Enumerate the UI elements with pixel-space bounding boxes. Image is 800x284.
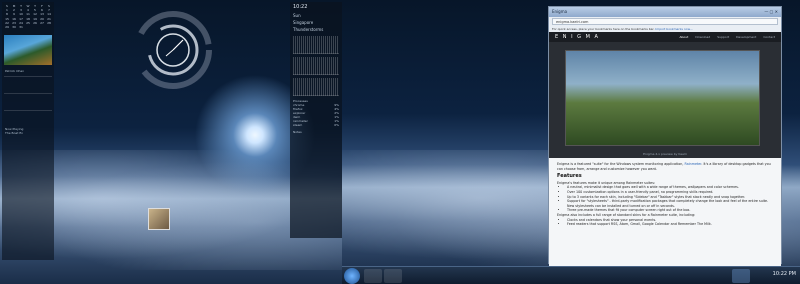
site-nav: About Download Support Development Contact — [679, 35, 775, 39]
intro-prefix: Enigma is a featured "suite" for the Win… — [557, 162, 684, 166]
calendar-date[interactable]: 29 — [4, 25, 10, 29]
hero-caption: Enigma 4.x preview by Kaelri — [643, 152, 687, 156]
address-bar[interactable]: enigma.kaelri.com — [552, 18, 778, 25]
site-nav-item[interactable]: Support — [717, 35, 729, 39]
process-value: 0% — [334, 123, 339, 127]
taskbar-chrome-icon[interactable] — [732, 269, 750, 283]
taskbar: 10:22 PM — [342, 266, 800, 284]
import-bookmarks-link[interactable]: Import bookmarks now... — [655, 27, 692, 31]
features-heading: Features — [557, 173, 582, 180]
bookmarks-hint: For quick access, place your bookmarks h… — [552, 27, 655, 31]
browser-window: Enigma — ▢ ✕ enigma.kaelri.com For quick… — [548, 6, 782, 266]
processes-list: chrome 9% firefox 4% explorer 2% dwm 1% rainmete… — [290, 103, 342, 127]
hero-screenshot — [565, 50, 760, 146]
site-nav-item[interactable]: Contact — [763, 35, 775, 39]
media-track: The Boat fin — [5, 131, 24, 136]
cpu-graph — [293, 36, 339, 54]
features-list: A neutral, minimalist design that goes w… — [557, 185, 773, 213]
network-graph — [293, 57, 339, 75]
site-nav-item[interactable]: Development — [736, 35, 756, 39]
process-row: steam 0% — [290, 123, 342, 127]
system-clock[interactable]: 10:22 PM — [773, 271, 796, 277]
site-logo[interactable]: E N I G M A — [555, 34, 599, 40]
start-button[interactable] — [344, 268, 360, 284]
browser-titlebar[interactable]: Enigma — ▢ ✕ — [549, 7, 781, 17]
site-header: E N I G M A About Download Support Developm… — [549, 32, 781, 42]
site-nav-item[interactable]: Download — [695, 35, 710, 39]
disk-graph — [293, 78, 339, 96]
left-sidebar-widgets: SMTWTFS 1 2 3 4 5 6 7 8 9 10 11 12 13 14 15 16 17 18 19 20 2… — [2, 2, 54, 260]
weather-city[interactable]: Singapore — [290, 19, 342, 26]
browser-tab-title[interactable]: Enigma — [552, 9, 567, 15]
calendar-widget[interactable]: SMTWTFS 1 2 3 4 5 6 7 8 9 10 11 12 13 14 15 16 17 18 19 20 2… — [2, 2, 54, 31]
includes-list: Clocks and calendars that show your pers… — [557, 218, 773, 227]
system-widget[interactable] — [4, 93, 52, 107]
list-item: Support for "stylesheets" - third-party … — [567, 199, 773, 208]
list-item: Feed readers that support RSS, Atom, Gma… — [567, 222, 773, 227]
site-nav-item[interactable]: About — [679, 35, 688, 39]
desktop-left: SMTWTFS 1 2 3 4 5 6 7 8 9 10 11 12 13 14 15 16 17 18 19 20 2… — [0, 0, 342, 284]
middle-sidebar-widgets: 10:22 Sun Singapore Thunderstorms Proces… — [290, 2, 342, 238]
weather-widget[interactable] — [4, 110, 52, 124]
taskbar-media-icon[interactable] — [384, 269, 402, 283]
calendar-date[interactable]: 30 — [11, 25, 17, 29]
window-controls-icon[interactable]: — ▢ ✕ — [764, 9, 778, 15]
rainmeter-link[interactable]: Rainmeter — [685, 162, 702, 166]
calendar-date[interactable]: 28 — [46, 21, 52, 25]
feed-widget[interactable] — [4, 76, 52, 90]
album-art — [148, 208, 170, 230]
ring-clock-widget[interactable] — [133, 10, 213, 90]
notes-title: Notes — [293, 130, 302, 134]
process-name: steam — [293, 123, 303, 127]
calendar-date[interactable]: 25 — [25, 21, 31, 25]
calendar-date[interactable]: 27 — [39, 21, 45, 25]
clock-day: Sun — [293, 13, 301, 18]
page-content: Enigma is a featured "suite" for the Win… — [549, 158, 781, 266]
author-name: Patrick Ohan — [5, 69, 25, 74]
calendar-date[interactable]: 31 — [18, 25, 24, 29]
hero-section: Enigma 4.x preview by Kaelri — [549, 42, 781, 158]
taskbar-folder-icon[interactable] — [364, 269, 382, 283]
calendar-date[interactable]: 26 — [32, 21, 38, 25]
weather-condition: Thunderstorms — [293, 27, 324, 32]
clock-time: 10:22 — [293, 4, 308, 10]
photo-widget[interactable] — [4, 35, 52, 66]
intro-paragraph: Enigma is a featured "suite" for the Win… — [557, 162, 773, 171]
